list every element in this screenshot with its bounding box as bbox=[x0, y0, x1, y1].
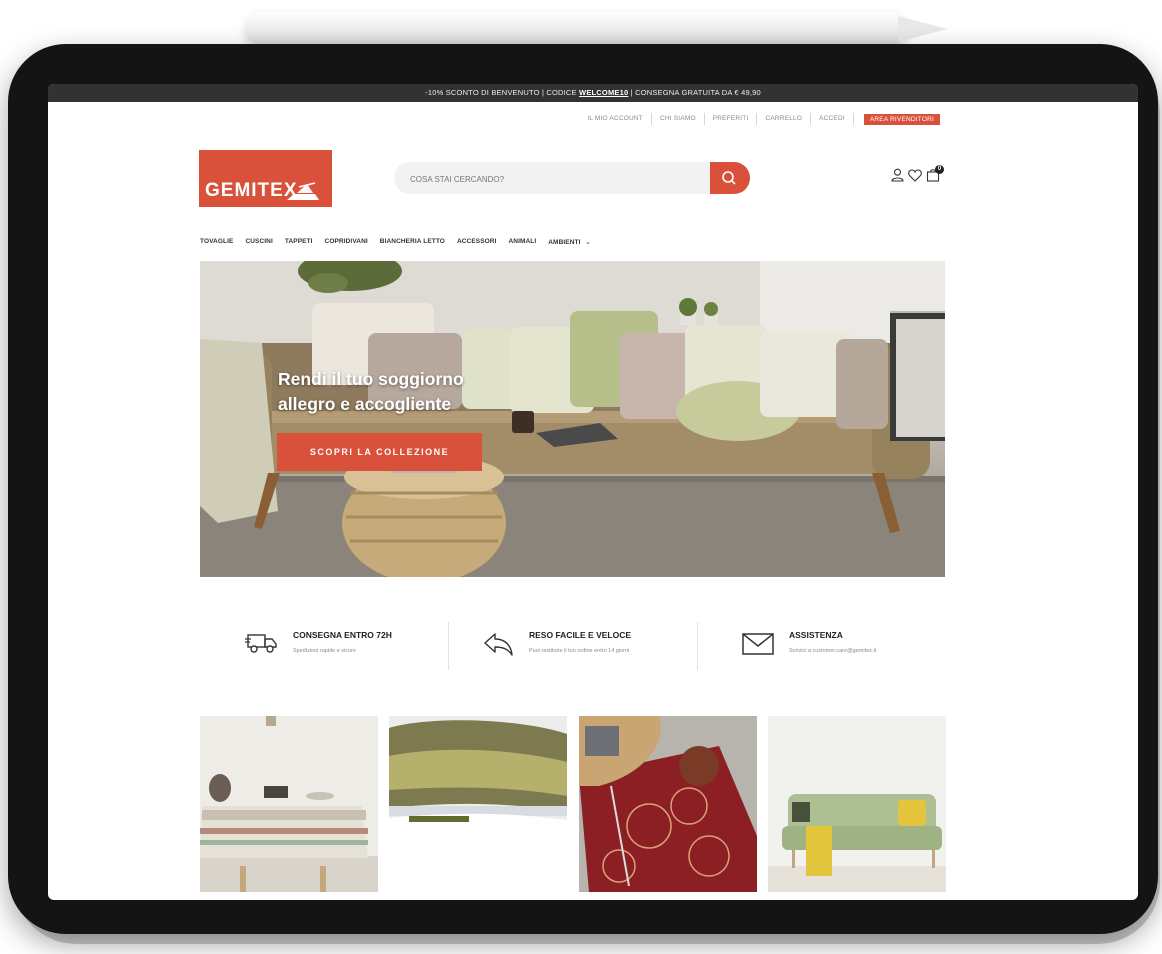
category-tile-sofa-cover[interactable] bbox=[768, 716, 946, 892]
feature-delivery-title: CONSEGNA ENTRO 72H bbox=[293, 630, 392, 640]
util-link-cart[interactable]: CARRELLO bbox=[757, 113, 812, 125]
announcement-bar: -10% SCONTO DI BENVENUTO | CODICE WELCOM… bbox=[48, 84, 1138, 102]
cushion-photo bbox=[389, 716, 567, 892]
promo-code: WELCOME10 bbox=[579, 88, 629, 97]
feature-delivery: CONSEGNA ENTRO 72H Spedizioni rapide e s… bbox=[245, 622, 445, 672]
search-icon bbox=[722, 171, 736, 185]
nav-item-cuscini[interactable]: CUSCINI bbox=[245, 238, 272, 246]
logo-wordmark: GEMITEX bbox=[205, 180, 298, 201]
header-icons: 0 bbox=[891, 165, 944, 182]
shop-collection-button[interactable]: SCOPRI LA COLLEZIONE bbox=[277, 433, 482, 471]
feature-returns-title: RESO FACILE E VELOCE bbox=[529, 630, 632, 640]
announcement-suffix: | CONSEGNA GRATUITA DA € 49,90 bbox=[628, 88, 761, 97]
category-tile-rug[interactable] bbox=[579, 716, 757, 892]
cart-button[interactable]: 0 bbox=[926, 165, 944, 182]
util-link-wishlist[interactable]: PREFERITI bbox=[705, 113, 758, 125]
envelope-icon bbox=[742, 633, 774, 655]
website-screen: -10% SCONTO DI BENVENUTO | CODICE WELCOM… bbox=[48, 84, 1138, 900]
hero-title: Rendi il tuo soggiorno allegro e accogli… bbox=[278, 369, 464, 414]
nav-item-copridivani[interactable]: COPRIDIVANI bbox=[325, 238, 368, 246]
truck-icon bbox=[245, 634, 277, 653]
cart-count-badge: 0 bbox=[935, 165, 944, 174]
util-link-about[interactable]: CHI SIAMO bbox=[652, 113, 705, 125]
nav-item-accessori[interactable]: ACCESSORI bbox=[457, 238, 497, 246]
feature-support-desc: Scrivici a customer.care@gemitex.it bbox=[789, 648, 877, 654]
logo-mark-icon bbox=[287, 182, 319, 200]
nav-item-tappeti[interactable]: TAPPETI bbox=[285, 238, 313, 246]
feature-support: ASSISTENZA Scrivici a customer.care@gemi… bbox=[741, 622, 931, 672]
util-link-login[interactable]: ACCEDI bbox=[811, 113, 854, 125]
utility-nav: IL MIO ACCOUNT CHI SIAMO PREFERITI CARRE… bbox=[579, 112, 940, 126]
nav-item-tovaglie[interactable]: TOVAGLIE bbox=[200, 238, 233, 246]
nav-item-animali[interactable]: ANIMALI bbox=[508, 238, 536, 246]
chevron-down-icon: ⌄ bbox=[585, 239, 591, 246]
main-nav: TOVAGLIE CUSCINI TAPPETI COPRIDIVANI BIA… bbox=[200, 238, 591, 246]
search-button[interactable] bbox=[710, 162, 750, 194]
tablecloth-photo bbox=[200, 716, 378, 892]
hero-banner: Rendi il tuo soggiorno allegro e accogli… bbox=[200, 261, 945, 577]
nav-item-ambienti-label: AMBIENTI bbox=[548, 239, 581, 246]
sofa-cover-photo bbox=[768, 716, 946, 892]
return-arrow-icon bbox=[484, 633, 513, 656]
feature-divider bbox=[448, 622, 449, 670]
feature-delivery-desc: Spedizioni rapide e sicure bbox=[293, 648, 356, 654]
feature-returns-desc: Puoi restituire il tuo ordine entro 14 g… bbox=[529, 648, 630, 654]
nav-item-ambienti[interactable]: AMBIENTI ⌄ bbox=[548, 238, 591, 246]
stylus-tip bbox=[898, 16, 948, 42]
hero-photo bbox=[200, 261, 945, 577]
announcement-prefix: -10% SCONTO DI BENVENUTO | CODICE bbox=[425, 88, 580, 97]
search-bar bbox=[394, 162, 750, 194]
heart-icon[interactable] bbox=[908, 168, 922, 182]
category-tile-cushion[interactable] bbox=[389, 716, 567, 892]
user-icon[interactable] bbox=[891, 168, 904, 182]
search-input[interactable] bbox=[408, 169, 702, 189]
dealer-area-button[interactable]: AREA RIVENDITORI bbox=[863, 113, 940, 125]
usp-strip: CONSEGNA ENTRO 72H Spedizioni rapide e s… bbox=[233, 622, 933, 672]
feature-returns: RESO FACILE E VELOCE Puoi restituire il … bbox=[481, 622, 691, 672]
feature-divider bbox=[697, 622, 698, 670]
util-link-account[interactable]: IL MIO ACCOUNT bbox=[579, 113, 652, 125]
rug-photo bbox=[579, 716, 757, 892]
logo[interactable]: GEMITEX bbox=[199, 150, 332, 207]
stylus-pencil bbox=[246, 12, 906, 46]
nav-item-biancheria-letto[interactable]: BIANCHERIA LETTO bbox=[380, 238, 445, 246]
category-tile-tablecloth[interactable] bbox=[200, 716, 378, 892]
feature-support-title: ASSISTENZA bbox=[789, 630, 843, 640]
